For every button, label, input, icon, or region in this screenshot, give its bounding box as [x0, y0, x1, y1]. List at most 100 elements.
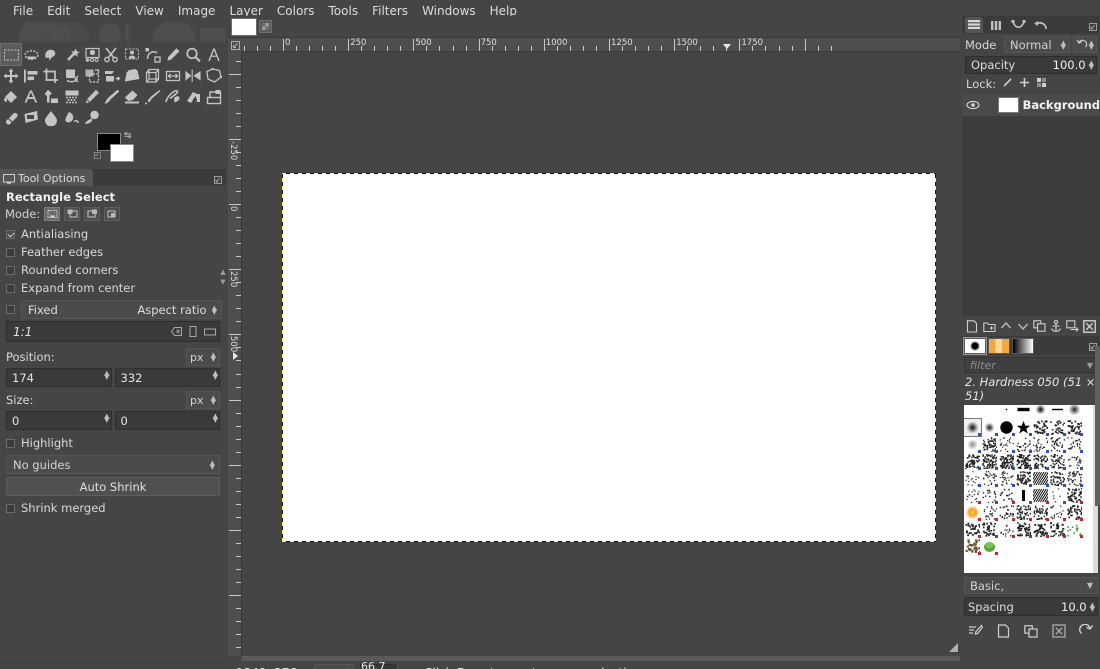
shear-tool[interactable]	[102, 65, 122, 86]
lower-layer-icon[interactable]	[1015, 318, 1030, 334]
brush-swatch[interactable]	[1066, 521, 1083, 538]
paintbrush-tool[interactable]	[102, 86, 122, 107]
brush-swatch[interactable]	[1015, 538, 1032, 555]
paths-tool[interactable]	[143, 44, 163, 65]
brush-swatch[interactable]	[1032, 405, 1049, 419]
brush-swatch[interactable]	[998, 470, 1015, 487]
size-height-input[interactable]: 0 ▲ ▼	[114, 411, 220, 430]
size-width-input[interactable]: 0 ▲ ▼	[6, 411, 112, 430]
statusbar-unit-combo[interactable]: px ▲▼	[314, 664, 354, 669]
chevron-down-icon[interactable]: ▼	[1087, 361, 1093, 370]
option-row-feather-edges[interactable]: Feather edges	[4, 243, 222, 261]
undo-history-tab[interactable]	[1031, 17, 1049, 33]
brush-swatch[interactable]	[981, 487, 998, 504]
brush-grid[interactable]	[964, 405, 1098, 573]
landscape-orientation-icon[interactable]	[203, 325, 217, 339]
mode-intersect-button[interactable]	[104, 207, 121, 221]
mode-subtract-button[interactable]	[84, 207, 101, 221]
layers-tab[interactable]	[965, 17, 983, 33]
brush-swatch[interactable]	[1015, 405, 1032, 419]
chevron-updown-icon[interactable]: ▲ ▼	[212, 304, 217, 315]
alignment-tool[interactable]	[21, 65, 41, 86]
brush-swatch[interactable]	[1032, 538, 1049, 555]
menu-item-view[interactable]: View	[128, 2, 170, 20]
layer-mode-combo[interactable]: Normal ▲ ▼	[1004, 36, 1070, 53]
brush-swatch[interactable]	[981, 405, 998, 419]
brush-swatch[interactable]	[964, 418, 982, 437]
brush-swatch[interactable]	[1049, 405, 1066, 419]
position-unit-combo[interactable]: px ▲ ▼	[186, 348, 220, 366]
brush-swatch[interactable]	[1066, 405, 1083, 419]
ink-tool[interactable]	[163, 86, 183, 107]
lock-pixels-icon[interactable]	[1002, 77, 1013, 91]
highlight-row[interactable]: Highlight	[4, 434, 222, 452]
scissors-select-tool[interactable]	[102, 44, 122, 65]
antialiasing-checkbox[interactable]	[6, 229, 15, 239]
reset-colors-icon[interactable]: ◰	[93, 151, 102, 161]
rectangle-select-tool[interactable]	[0, 43, 23, 66]
shrink-merged-row[interactable]: Shrink merged	[4, 499, 222, 517]
gradient-tool[interactable]	[42, 86, 62, 107]
brush-swatch[interactable]	[998, 436, 1015, 453]
eraser-tool[interactable]	[123, 86, 143, 107]
layers-dock-menu-icon[interactable]	[1089, 20, 1097, 34]
fixed-checkbox[interactable]	[6, 305, 15, 314]
dodge-burn-tool[interactable]	[82, 107, 102, 128]
brush-swatch[interactable]	[1015, 419, 1032, 436]
mode-add-button[interactable]	[64, 207, 81, 221]
menu-item-file[interactable]: File	[6, 2, 40, 20]
brush-swatch[interactable]	[1032, 521, 1049, 538]
perspective-clone-tool[interactable]	[21, 107, 41, 128]
select-by-color-tool[interactable]	[82, 44, 102, 65]
spinner-icon[interactable]: ▲ ▼	[1089, 60, 1094, 71]
brush-swatch[interactable]	[1049, 453, 1066, 470]
brush-swatch[interactable]	[1015, 504, 1032, 521]
color-swatch-area[interactable]: ↹ ◰	[0, 131, 226, 163]
scale-tool[interactable]	[82, 65, 102, 86]
heal-tool[interactable]	[1, 107, 21, 128]
layer-row[interactable]: Background	[962, 94, 1100, 116]
brush-swatch[interactable]	[1032, 487, 1049, 504]
fixed-mode-combo[interactable]: Fixed Aspect ratio ▲ ▼	[21, 300, 222, 319]
perspective-tool[interactable]	[123, 65, 143, 86]
menu-item-select[interactable]: Select	[77, 2, 128, 20]
paths-tab[interactable]	[1009, 17, 1027, 33]
spinner-icon[interactable]: ▲ ▼	[213, 370, 218, 381]
foreground-select-tool[interactable]	[123, 44, 143, 65]
mode-replace-button[interactable]	[44, 207, 61, 221]
scroll-up-icon[interactable]: ▲	[220, 268, 226, 276]
brush-swatch[interactable]	[1032, 436, 1049, 453]
brush-swatch[interactable]	[1049, 436, 1066, 453]
chevron-updown-icon[interactable]: ▲ ▼	[1089, 39, 1094, 50]
canvas-image[interactable]	[283, 174, 935, 541]
portrait-orientation-icon[interactable]	[186, 325, 200, 339]
option-row-rounded-corners[interactable]: Rounded corners	[4, 261, 222, 279]
brush-swatch[interactable]	[1015, 453, 1032, 470]
brush-swatch[interactable]	[1066, 538, 1083, 555]
size-unit-combo[interactable]: px ▲ ▼	[186, 391, 220, 409]
layer-visibility-icon[interactable]	[966, 100, 980, 110]
position-y-input[interactable]: 332 ▲ ▼	[114, 368, 220, 387]
auto-shrink-button[interactable]: Auto Shrink	[6, 477, 220, 496]
pencil-tool[interactable]	[82, 86, 102, 107]
brushes-tab[interactable]	[963, 336, 987, 355]
menu-item-image[interactable]: Image	[171, 2, 223, 20]
zoom-tool[interactable]	[184, 44, 204, 65]
brush-swatch[interactable]	[998, 487, 1015, 504]
brush-swatch[interactable]	[981, 453, 998, 470]
raise-layer-icon[interactable]	[998, 318, 1013, 334]
option-row-expand-from-center[interactable]: Expand from center	[4, 279, 222, 297]
blur-sharpen-tool[interactable]	[42, 107, 62, 128]
option-row-antialiasing[interactable]: Antialiasing	[4, 225, 222, 243]
brush-spacing-slider[interactable]: Spacing 10.0 ▲ ▼	[964, 597, 1098, 616]
chevron-updown-icon[interactable]: ▲ ▼	[211, 352, 216, 363]
rounded-corners-checkbox[interactable]	[6, 265, 15, 275]
guides-combo[interactable]: No guides ▲ ▼	[6, 455, 220, 474]
channels-tab[interactable]	[987, 17, 1005, 33]
brush-swatch[interactable]	[998, 419, 1015, 436]
brush-swatch[interactable]	[981, 538, 998, 555]
layer-opacity-slider[interactable]: Opacity 100.0 ▲ ▼	[965, 56, 1097, 74]
lock-position-icon[interactable]	[1019, 77, 1030, 91]
brush-swatch[interactable]	[1032, 419, 1049, 436]
chevron-updown-icon[interactable]: ▲ ▼	[1061, 39, 1066, 50]
